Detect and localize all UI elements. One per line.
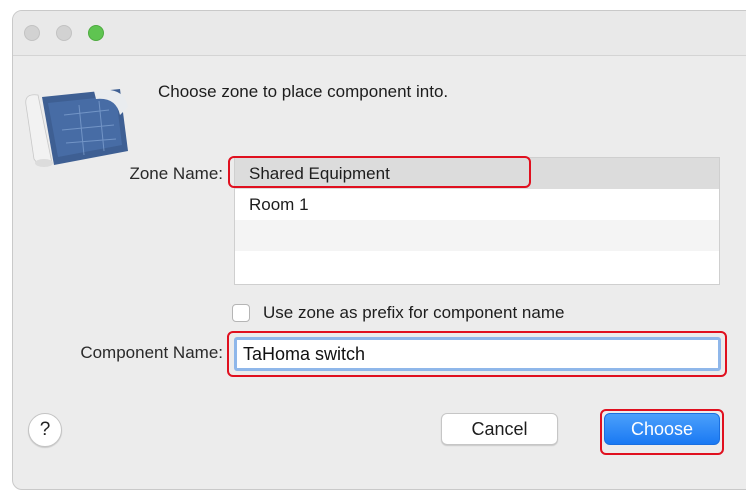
zone-item-shared-equipment[interactable]: Shared Equipment [235, 158, 719, 189]
component-name-input[interactable] [234, 337, 721, 371]
prefix-checkbox[interactable] [232, 304, 250, 322]
dialog-prompt: Choose zone to place component into. [158, 82, 448, 102]
dialog-content: Choose zone to place component into. Zon… [0, 0, 746, 476]
zone-name-label: Zone Name: [129, 164, 223, 184]
zone-list-empty-row [235, 251, 719, 282]
blueprint-roll-icon [24, 85, 134, 170]
zone-list[interactable]: Shared Equipment Room 1 [234, 157, 720, 285]
prefix-checkbox-label: Use zone as prefix for component name [263, 303, 564, 323]
component-name-label: Component Name: [80, 343, 223, 363]
zone-list-empty-row [235, 220, 719, 251]
cancel-button[interactable]: Cancel [441, 413, 558, 445]
help-button[interactable]: ? [28, 413, 62, 447]
prefix-option[interactable]: Use zone as prefix for component name [232, 303, 564, 323]
choose-button[interactable]: Choose [604, 413, 720, 445]
zone-item-room-1[interactable]: Room 1 [235, 189, 719, 220]
